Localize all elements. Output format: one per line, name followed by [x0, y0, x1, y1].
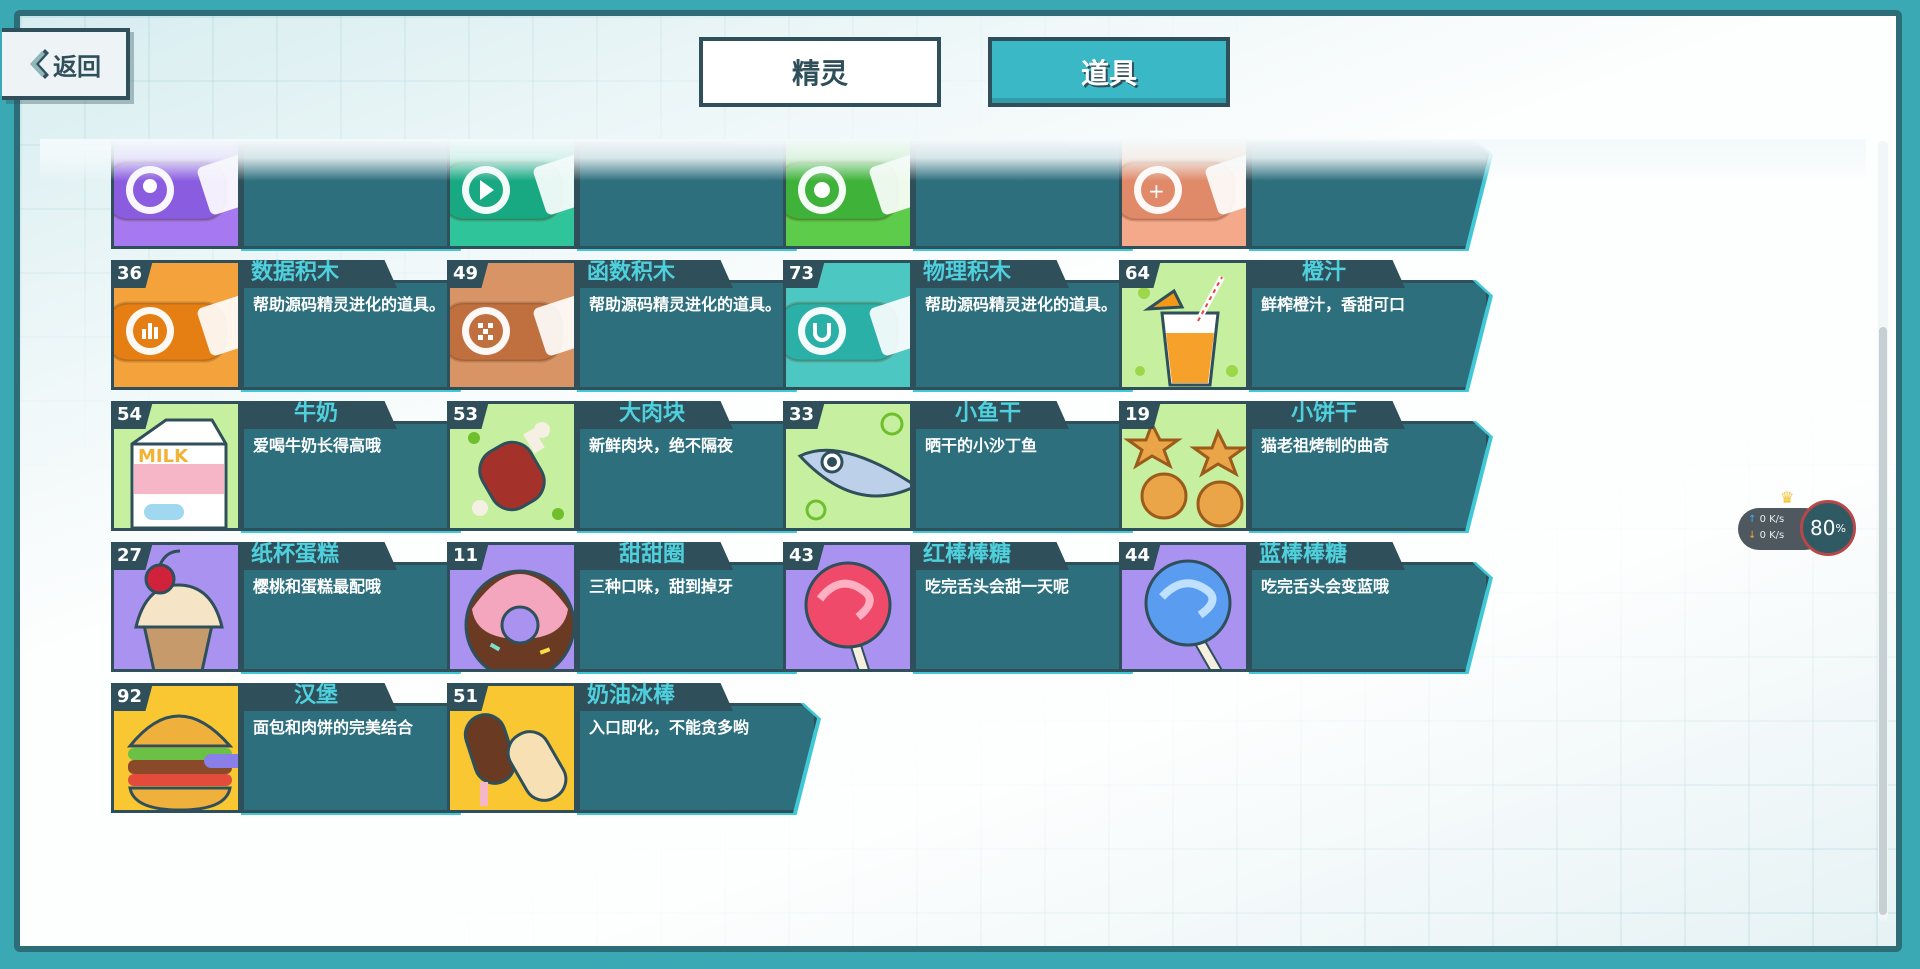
- item-name: [1259, 141, 1389, 146]
- item-name: [251, 141, 381, 146]
- item-card[interactable]: +: [1119, 141, 1499, 255]
- operator-block-icon: +: [1119, 141, 1249, 249]
- item-card[interactable]: [447, 141, 827, 255]
- svg-text:MILK: MILK: [138, 446, 189, 467]
- download-arrow-icon: ↓: [1748, 530, 1757, 541]
- item-card[interactable]: 51 奶油冰棒 入口即化，不能贪多哟: [447, 679, 827, 819]
- upload-speed: ↑ 0 K/s: [1748, 514, 1785, 525]
- sound-block-icon: [111, 141, 241, 249]
- item-card[interactable]: 43 红棒棒糖 吃完舌头会甜一天呢: [783, 538, 1163, 678]
- item-name: 橙汁: [1301, 260, 1346, 285]
- crown-icon: ♛: [1780, 488, 1795, 507]
- item-name: 纸杯蛋糕: [251, 542, 340, 567]
- item-name: 小鱼干: [954, 401, 1021, 426]
- item-description: 晒干的小沙丁鱼: [925, 436, 1038, 455]
- tab-sprites[interactable]: 精灵: [699, 37, 941, 107]
- item-description: 樱桃和蛋糕最配哦: [253, 577, 382, 596]
- tab-items[interactable]: 道具: [988, 37, 1230, 107]
- card-panel: [241, 141, 481, 249]
- item-name: [923, 141, 1053, 146]
- item-card[interactable]: 49 函数积木 帮助源码精灵进化的道具。: [447, 256, 827, 396]
- item-name: [587, 141, 717, 146]
- item-description: 入口即化，不能贪多哟: [589, 718, 750, 737]
- item-description: 新鲜肉块，绝不隔夜: [589, 436, 734, 455]
- item-name: 牛奶: [293, 401, 338, 426]
- pen-block-icon: [447, 141, 577, 249]
- item-card[interactable]: [111, 141, 491, 255]
- item-name: 奶油冰棒: [587, 683, 676, 708]
- item-name: 蓝棒棒糖: [1259, 542, 1348, 567]
- svg-text:+: +: [1148, 179, 1165, 203]
- item-name: 函数积木: [587, 260, 676, 285]
- item-grid: + 36 数据积木 帮助源码精灵进化的道具。 49 函数积木 帮助源码精灵进化的…: [40, 141, 1866, 935]
- item-name: 红棒棒糖: [923, 542, 1012, 567]
- card-panel: [577, 141, 817, 249]
- back-label: 返回: [53, 52, 101, 81]
- item-card[interactable]: 44 蓝棒棒糖 吃完舌头会变蓝哦: [1119, 538, 1499, 678]
- item-description: 帮助源码精灵进化的道具。: [253, 295, 446, 314]
- network-speed-widget[interactable]: ↑ 0 K/s ↓ 0 K/s ♛ 80%: [1738, 488, 1858, 556]
- item-card[interactable]: 53 大肉块 新鲜肉块，绝不隔夜: [447, 397, 827, 537]
- item-description: 鲜榨橙汁，香甜可口: [1261, 295, 1406, 314]
- item-description: 面包和肉饼的完美结合: [253, 718, 414, 737]
- back-button[interactable]: 返回: [2, 28, 130, 100]
- item-description: 三种口味，甜到掉牙: [589, 577, 734, 596]
- item-card[interactable]: 73 物理积木 帮助源码精灵进化的道具。: [783, 256, 1163, 396]
- item-card[interactable]: 64 橙汁 鲜榨橙汁，香甜可口: [1119, 256, 1499, 396]
- item-description: 帮助源码精灵进化的道具。: [589, 295, 782, 314]
- item-card[interactable]: [783, 141, 1163, 255]
- chevron-left-icon: [27, 47, 49, 81]
- card-panel: [1249, 141, 1489, 249]
- item-name: 甜甜圈: [618, 542, 685, 567]
- item-card[interactable]: 33 小鱼干 晒干的小沙丁鱼: [783, 397, 1163, 537]
- item-description: 爱喝牛奶长得高哦: [253, 436, 382, 455]
- upload-arrow-icon: ↑: [1748, 514, 1757, 525]
- item-name: 汉堡: [293, 683, 338, 708]
- item-card[interactable]: MILK 54 牛奶 爱喝牛奶长得高哦: [111, 397, 491, 537]
- item-card[interactable]: 19 小饼干 猫老祖烤制的曲奇: [1119, 397, 1499, 537]
- item-description: 帮助源码精灵进化的道具。: [925, 295, 1118, 314]
- item-card[interactable]: 36 数据积木 帮助源码精灵进化的道具。: [111, 256, 491, 396]
- item-description: 猫老祖烤制的曲奇: [1261, 436, 1390, 455]
- item-name: 小饼干: [1290, 401, 1357, 426]
- item-description: 吃完舌头会变蓝哦: [1261, 577, 1390, 596]
- item-description: 吃完舌头会甜一天呢: [925, 577, 1070, 596]
- tab-sprites-label: 精灵: [791, 57, 848, 90]
- scrollbar-thumb[interactable]: [1879, 327, 1887, 915]
- download-speed: ↓ 0 K/s: [1748, 530, 1785, 541]
- item-card[interactable]: 27 纸杯蛋糕 樱桃和蛋糕最配哦: [111, 538, 491, 678]
- sensing-block-icon: [783, 141, 913, 249]
- tab-items-label: 道具: [1080, 57, 1137, 90]
- item-name: 物理积木: [923, 260, 1012, 285]
- item-card[interactable]: 92 汉堡 面包和肉饼的完美结合: [111, 679, 491, 819]
- item-card[interactable]: 11 甜甜圈 三种口味，甜到掉牙: [447, 538, 827, 678]
- item-name: 数据积木: [251, 260, 340, 285]
- cpu-usage-circle: 80%: [1800, 500, 1856, 556]
- card-panel: [913, 141, 1153, 249]
- item-name: 大肉块: [618, 401, 685, 426]
